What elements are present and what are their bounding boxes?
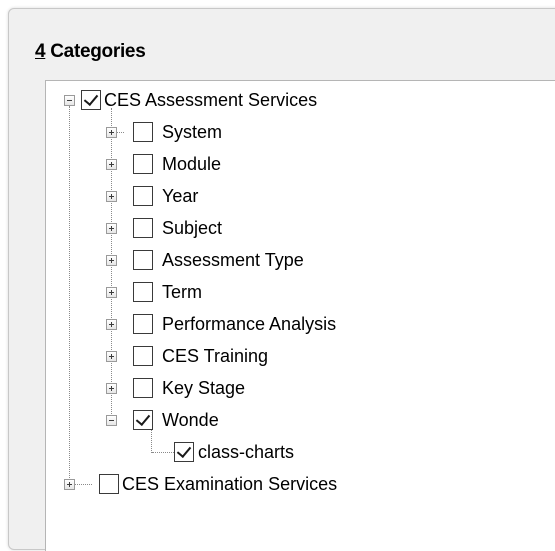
- tree-item-system[interactable]: System: [162, 121, 222, 143]
- expand-icon[interactable]: [64, 479, 75, 490]
- checkbox-assessment-type[interactable]: [133, 250, 153, 270]
- tree-item-key-stage[interactable]: Key Stage: [162, 377, 245, 399]
- tree-item-ces-examination-services[interactable]: CES Examination Services: [122, 473, 337, 495]
- tree-item-ces-assessment-services[interactable]: CES Assessment Services: [104, 89, 317, 111]
- collapse-icon[interactable]: [106, 415, 117, 426]
- collapse-icon[interactable]: [64, 95, 75, 106]
- group-title-hotkey: 4: [35, 41, 46, 62]
- checkbox-performance-analysis[interactable]: [133, 314, 153, 334]
- expand-icon[interactable]: [106, 351, 117, 362]
- expand-icon[interactable]: [106, 287, 117, 298]
- tree-item-performance-analysis[interactable]: Performance Analysis: [162, 313, 336, 335]
- expand-icon[interactable]: [106, 319, 117, 330]
- checkbox-key-stage[interactable]: [133, 378, 153, 398]
- checkbox-ces-examination-services[interactable]: [99, 474, 119, 494]
- group-title-text: Categories: [45, 41, 146, 62]
- tree-item-assessment-type[interactable]: Assessment Type: [162, 249, 304, 271]
- tree-item-class-charts[interactable]: class-charts: [198, 441, 294, 463]
- tree-item-term[interactable]: Term: [162, 281, 202, 303]
- tree-item-subject[interactable]: Subject: [162, 217, 222, 239]
- checkbox-module[interactable]: [133, 154, 153, 174]
- expand-icon[interactable]: [106, 255, 117, 266]
- category-tree[interactable]: CES Assessment Services System Module Ye…: [45, 80, 555, 551]
- tree-item-ces-training[interactable]: CES Training: [162, 345, 268, 367]
- tree-line-root: [69, 106, 70, 484]
- categories-group-title: 4 Categories: [35, 41, 146, 63]
- checkbox-subject[interactable]: [133, 218, 153, 238]
- tree-item-wonde[interactable]: Wonde: [162, 409, 219, 431]
- checkbox-year[interactable]: [133, 186, 153, 206]
- checkbox-term[interactable]: [133, 282, 153, 302]
- tree-item-module[interactable]: Module: [162, 153, 221, 175]
- checkbox-class-charts[interactable]: [174, 442, 194, 462]
- expand-icon[interactable]: [106, 191, 117, 202]
- expand-icon[interactable]: [106, 127, 117, 138]
- tree-item-year[interactable]: Year: [162, 185, 198, 207]
- expand-icon[interactable]: [106, 159, 117, 170]
- checkbox-ces-training[interactable]: [133, 346, 153, 366]
- expand-icon[interactable]: [106, 383, 117, 394]
- checkbox-system[interactable]: [133, 122, 153, 142]
- tree-branch-line: [152, 452, 174, 453]
- checkbox-ces-assessment-services[interactable]: [81, 90, 101, 110]
- checkbox-wonde[interactable]: [133, 410, 153, 430]
- expand-icon[interactable]: [106, 223, 117, 234]
